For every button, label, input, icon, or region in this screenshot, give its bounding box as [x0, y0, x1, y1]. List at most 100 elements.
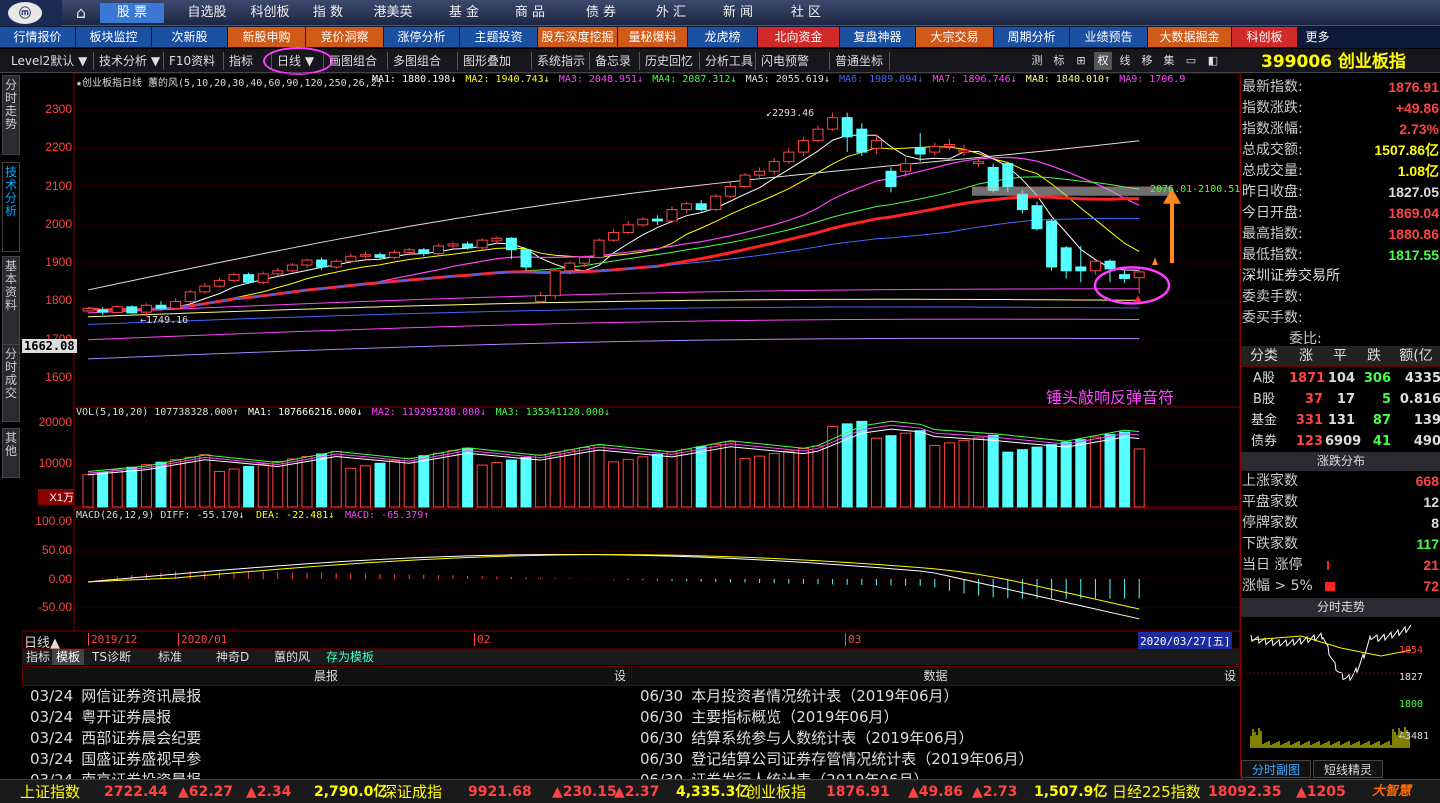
toolbar-item-9[interactable]: 备忘录	[592, 52, 640, 70]
breadth-header-cell: 跌	[1367, 348, 1381, 364]
news-right-item[interactable]: 06/30 主要指标概览（2019年06月）	[640, 707, 899, 728]
status-item-15[interactable]: 日经225指数	[1112, 782, 1201, 802]
quote-key: 总成交量:	[1242, 163, 1303, 179]
volume-bar	[330, 450, 342, 508]
nav2-item-2[interactable]: 次新股	[152, 27, 227, 47]
status-item-5[interactable]: 深证成指	[382, 782, 442, 802]
breadth-cell: 123	[1295, 434, 1323, 449]
mini-tab-1[interactable]: 短线精灵	[1313, 760, 1383, 778]
toolbar-right-8[interactable]: ◧	[1204, 52, 1222, 70]
toolbar-right-6[interactable]: 集	[1160, 52, 1178, 70]
nav2-item-1[interactable]: 板块监控	[76, 27, 151, 47]
toolbar-item-6[interactable]: 多图组合	[390, 52, 458, 70]
news-date: 06/30	[640, 708, 684, 726]
topnav-item-4[interactable]: 港美英	[362, 3, 424, 23]
nav2-item-10[interactable]: 北向资金	[758, 27, 839, 47]
up-arrow-big	[1163, 188, 1181, 264]
nav2-item-15[interactable]: 大数据掘金	[1148, 27, 1231, 47]
kline-chart[interactable]	[22, 73, 1240, 649]
quote-key: 最高指数:	[1242, 226, 1303, 242]
bottom-tab-4[interactable]: 神奇D	[212, 649, 253, 665]
mini-tab-0[interactable]: 分时副图	[1241, 760, 1311, 778]
side-tab-4[interactable]: 其他	[2, 428, 20, 478]
volume-bar	[651, 453, 663, 508]
toolbar-item-0[interactable]: Level2默认 ▼	[8, 52, 94, 70]
volume-bar	[432, 452, 444, 508]
topnav-item-3[interactable]: 指 数	[300, 3, 356, 23]
nav2-item-8[interactable]: 量秘爆料	[618, 27, 687, 47]
topnav-item-7[interactable]: 债 券	[571, 3, 631, 23]
toolbar-item-5[interactable]: 画图组合	[326, 52, 388, 70]
candle-body	[768, 161, 780, 172]
bottom-tab-6[interactable]: 存为模板	[322, 649, 378, 665]
toolbar-right-1[interactable]: 标	[1050, 52, 1068, 70]
bottom-tab-1[interactable]: 模板	[52, 649, 85, 665]
status-item-0[interactable]: 上证指数	[20, 782, 80, 802]
nav2-item-4[interactable]: 竞价洞察	[306, 27, 383, 47]
news-left-item[interactable]: 03/24 粤开证券晨报	[30, 707, 171, 728]
topnav-item-2[interactable]: 科创板	[245, 3, 295, 23]
news-panel: 晨报设 数据设 03/24 网信证券资讯晨报 03/24 粤开证券晨报 03/24 西部证…	[22, 666, 1240, 789]
toolbar-item-8[interactable]: 系统指示	[534, 52, 590, 70]
toolbar-item-1[interactable]: 技术分析 ▼	[96, 52, 164, 70]
quote-value: +49.86	[1395, 100, 1439, 116]
toolbar-item-10[interactable]: 历史回忆	[642, 52, 700, 70]
nav2-item-11[interactable]: 复盘神器	[840, 27, 915, 47]
news-left-item[interactable]: 03/24 西部证券晨会纪要	[30, 728, 201, 749]
side-tab-0[interactable]: 分时走势	[2, 75, 20, 155]
nav2-item-3[interactable]: 新股申购	[228, 27, 305, 47]
toolbar-item-2[interactable]: F10资料	[166, 52, 224, 70]
bottom-tab-5[interactable]: 蕙的风	[270, 649, 314, 665]
left-settings-button[interactable]: 设	[614, 667, 626, 685]
nav2-item-16[interactable]: 科创板	[1232, 27, 1297, 47]
nav2-item-5[interactable]: 涨停分析	[384, 27, 459, 47]
ma-label-8: MA9: 1706.9	[1119, 74, 1186, 85]
toolbar-item-11[interactable]: 分析工具	[702, 52, 756, 70]
news-left-item[interactable]: 03/24 网信证券资讯晨报	[30, 686, 201, 707]
right-settings-button[interactable]: 设	[1224, 667, 1236, 685]
topnav-item-8[interactable]: 外 汇	[643, 3, 699, 23]
nav2-item-9[interactable]: 龙虎榜	[688, 27, 757, 47]
toolbar-right-5[interactable]: 移	[1138, 52, 1156, 70]
toolbar-right-3[interactable]: 权	[1094, 52, 1112, 70]
nav2-item-14[interactable]: 业绩预告	[1070, 27, 1147, 47]
side-tab-1[interactable]: 技术分析	[2, 162, 20, 252]
toolbar-item-13[interactable]: 普通坐标	[832, 52, 890, 70]
side-tab-3[interactable]: 分时成交	[2, 344, 20, 422]
news-right-item[interactable]: 06/30 结算系统参与人数统计表（2019年06月）	[640, 728, 974, 749]
status-item-10[interactable]: 创业板指	[746, 782, 806, 802]
nav2-item-0[interactable]: 行情报价	[0, 27, 75, 47]
nav2-item-13[interactable]: 周期分析	[994, 27, 1069, 47]
status-item-4: 2,790.0亿	[314, 784, 388, 800]
toolbar-item-7[interactable]: 图形叠加	[460, 52, 532, 70]
bottom-tab-3[interactable]: 标准	[154, 649, 186, 665]
topnav-item-9[interactable]: 新 闻	[711, 3, 765, 23]
nav2-item-17[interactable]: 更多	[1298, 27, 1337, 47]
mini-price-line	[1250, 624, 1412, 682]
dist-marker	[1327, 561, 1329, 570]
toolbar-right-4[interactable]: 线	[1116, 52, 1134, 70]
news-left-item[interactable]: 03/24 国盛证券盛视早参	[30, 749, 201, 770]
app-logo[interactable]: ⓜ	[0, 0, 62, 26]
candle-body	[856, 128, 868, 153]
news-right-item[interactable]: 06/30 本月投资者情况统计表（2019年06月）	[640, 686, 959, 707]
topnav-item-5[interactable]: 基 金	[437, 3, 491, 23]
toolbar-right-2[interactable]: ⊞	[1072, 52, 1090, 70]
news-right-item[interactable]: 06/30 登记结算公司证券存管情况统计表（2019年06月）	[640, 749, 1034, 770]
nav2-item-7[interactable]: 股东深度挖掘	[538, 27, 617, 47]
topnav-item-10[interactable]: 社 区	[777, 3, 835, 23]
nav2-item-12[interactable]: 大宗交易	[916, 27, 993, 47]
nav2-item-6[interactable]: 主题投资	[460, 27, 537, 47]
toolbar-item-12[interactable]: 闪电预警	[758, 52, 830, 70]
bottom-tab-2[interactable]: TS诊断	[88, 649, 135, 665]
toolbar-right-0[interactable]: 测	[1028, 52, 1046, 70]
toolbar-right-7[interactable]: ▭	[1182, 52, 1200, 70]
bottom-tab-0[interactable]: 指标	[22, 649, 54, 665]
topnav-item-0[interactable]: 股 票	[100, 3, 164, 23]
brand-logo[interactable]: 大智慧	[1372, 782, 1411, 802]
home-icon[interactable]: ⌂	[66, 2, 96, 24]
topnav-item-6[interactable]: 商 品	[500, 3, 560, 23]
side-tab-2[interactable]: 基本资料	[2, 256, 20, 346]
topnav-item-1[interactable]: 自选股	[177, 3, 237, 23]
order-row-0: 委卖手数:	[1241, 287, 1440, 308]
